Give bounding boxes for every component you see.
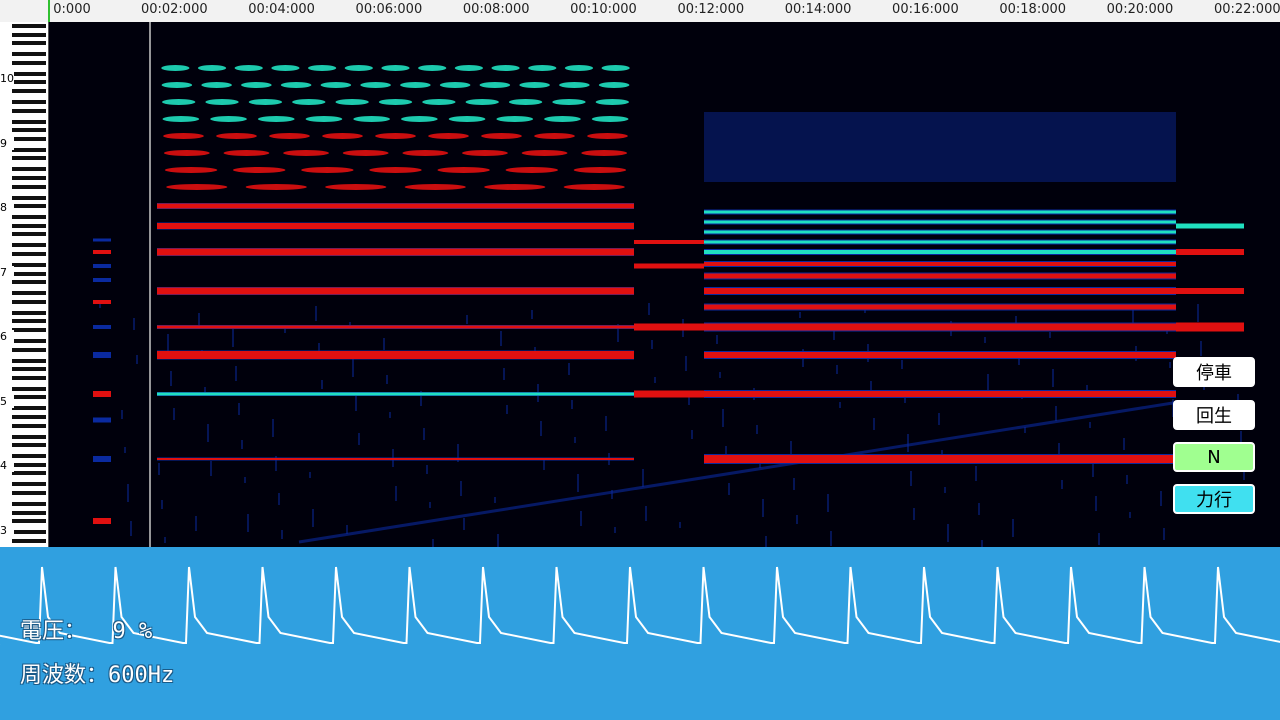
piano-black-key — [12, 24, 46, 28]
piano-black-key — [12, 119, 46, 124]
octave-label: 4 — [0, 459, 14, 472]
timeline-tick-label: 00:08:000 — [462, 2, 530, 17]
octave-label: 3 — [0, 523, 14, 537]
piano-black-key — [12, 100, 46, 104]
piano-black-key — [12, 167, 46, 172]
piano-black-key — [12, 271, 46, 276]
piano-black-key — [12, 386, 46, 391]
piano-black-key — [12, 52, 46, 57]
piano-black-key — [12, 482, 46, 487]
piano-black-key — [12, 319, 46, 324]
waveform-trace — [0, 566, 1280, 645]
piano-black-key — [12, 291, 46, 296]
piano-black-key — [12, 232, 46, 237]
octave-label: 5 — [0, 394, 14, 408]
timeline-tick-label: 00:16:000 — [892, 2, 959, 17]
piano-black-key — [12, 184, 46, 189]
piano-black-key — [12, 530, 46, 535]
piano-black-key — [12, 60, 46, 65]
timeline-tick-label: 00:04:000 — [248, 2, 315, 17]
piano-black-key — [12, 136, 46, 141]
timeline-tick-label: 00:02:000 — [140, 2, 208, 17]
piano-black-key — [12, 195, 46, 200]
piano-black-key — [12, 423, 46, 428]
voltage-label: 電圧： — [20, 619, 87, 644]
piano-black-key — [12, 215, 46, 220]
piano-black-key — [12, 443, 46, 448]
piano-black-key — [12, 32, 46, 37]
octave-label: 7 — [0, 265, 14, 279]
frequency-label: 周波数： — [20, 663, 109, 688]
piano-black-key — [12, 395, 46, 400]
piano-black-key — [12, 510, 46, 515]
piano-black-key — [12, 176, 46, 180]
piano-black-key — [12, 538, 46, 543]
timeline-tick-label: 00:14:000 — [784, 2, 852, 17]
piano-black-key — [12, 454, 46, 459]
piano-black-key — [12, 328, 46, 332]
octave-label: 10 — [0, 72, 14, 85]
piano-black-key — [12, 502, 46, 506]
piano-black-key — [12, 358, 46, 363]
timeline-tick-label: 00:18:000 — [999, 2, 1067, 17]
piano-black-key — [12, 434, 46, 439]
regen-button[interactable]: 回生 — [1173, 400, 1255, 430]
piano-black-key — [12, 223, 46, 228]
piano-black-key — [12, 347, 46, 352]
timeline-tick-label: 00:10:000 — [570, 2, 637, 17]
piano-black-key — [12, 339, 46, 343]
waveform-line — [0, 566, 1280, 645]
timeline-start-marker — [48, 0, 50, 22]
piano-black-key — [12, 89, 46, 93]
piano-black-key — [12, 491, 46, 495]
neutral-button[interactable]: N — [1173, 442, 1255, 472]
piano-black-key — [12, 415, 46, 419]
piano-black-key — [12, 156, 46, 161]
piano-black-key — [12, 471, 46, 476]
piano-black-key — [12, 406, 46, 411]
piano-black-key — [12, 41, 46, 46]
piano-black-key — [12, 204, 46, 209]
piano-black-key — [12, 299, 46, 304]
piano-black-key — [12, 263, 46, 267]
power-button[interactable]: 力行 — [1173, 484, 1255, 514]
waveform-panel: 電圧： 9 % 周波数：600Hz — [0, 547, 1280, 720]
timeline-tick-label: 00:06:000 — [355, 2, 423, 17]
piano-black-key — [12, 252, 46, 256]
timeline-tick-label: 00:20:000 — [1106, 2, 1174, 17]
piano-black-key — [12, 71, 46, 76]
frequency-value: 600Hz — [108, 663, 175, 688]
voltage-readout: 電圧： 9 % — [20, 613, 152, 645]
spectrogram-canvas — [49, 22, 1280, 547]
piano-black-key — [12, 375, 46, 380]
frequency-readout: 周波数：600Hz — [20, 657, 174, 689]
octave-label: 9 — [0, 136, 14, 150]
piano-black-key — [12, 243, 46, 248]
piano-black-key — [12, 310, 46, 315]
octave-label: 8 — [0, 201, 14, 214]
piano-black-key — [12, 280, 46, 285]
octave-label: 6 — [0, 330, 14, 343]
piano-black-key — [12, 108, 46, 113]
piano-black-key — [12, 80, 46, 85]
piano-keyboard: 10 9 8 7 6 5 4 3 — [0, 22, 49, 547]
stop-button[interactable]: 停車 — [1173, 357, 1255, 387]
spectrogram-view[interactable] — [49, 22, 1280, 547]
piano-black-key — [12, 367, 46, 372]
timeline-ruler[interactable]: 0:000 00:02:000 00:04:000 00:06:000 00:08:00… — [0, 0, 1280, 23]
piano-black-key — [12, 519, 46, 524]
piano-black-key — [12, 462, 46, 467]
piano-black-key — [12, 147, 46, 152]
timeline-tick-label: 00:22:000 — [1213, 2, 1280, 17]
timeline-tick-label: 0:000 — [53, 2, 91, 17]
voltage-value: 9 % — [86, 619, 153, 644]
piano-black-key — [12, 128, 46, 133]
timeline-tick-label: 00:12:000 — [677, 2, 745, 17]
